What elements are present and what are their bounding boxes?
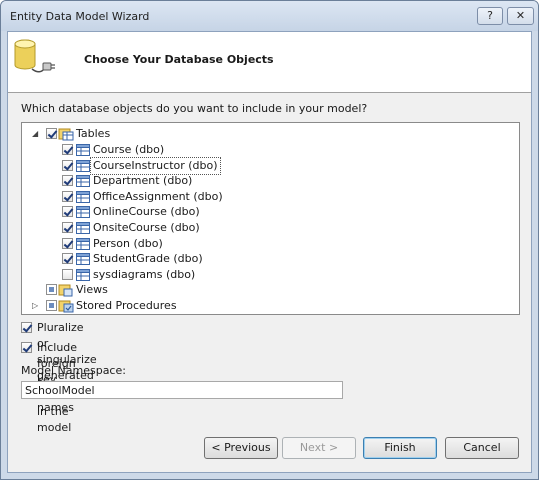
table-icon [76,144,90,156]
previous-button[interactable]: < Previous [204,437,278,459]
expand-arrow-icon[interactable]: ▷ [32,298,40,314]
table-checkbox[interactable] [62,144,73,155]
table-icon [76,190,90,203]
table-checkbox[interactable] [62,175,73,187]
table-label: OfficeAssignment (dbo) [93,189,223,203]
table-checkbox[interactable] [62,253,73,265]
stored-procedures-folder-icon [58,300,74,313]
tables-label: Tables [76,127,111,140]
table-icon [76,175,90,188]
views-label: Views [76,283,108,296]
tables-checkbox[interactable] [46,128,57,139]
wizard-header: Choose Your Database Objects [8,32,531,93]
namespace-label: Model Namespace: [21,364,126,377]
table-checkbox[interactable] [62,222,73,233]
table-checkbox[interactable] [62,159,73,171]
table-checkbox[interactable] [62,190,73,202]
table-label: StudentGrade (dbo) [93,252,203,266]
stored-procedures-checkbox[interactable] [46,300,57,311]
table-icon [76,268,90,281]
database-plug-icon [14,39,55,73]
table-label: Person (dbo) [93,236,163,250]
title-bar: Entity Data Model Wizard ? ✕ [1,1,538,31]
table-icon [76,222,90,234]
help-button[interactable]: ? [477,7,503,25]
tables-folder-icon [58,128,74,141]
table-label: OnlineCourse (dbo) [93,205,200,219]
namespace-input[interactable] [21,381,343,399]
table-icon [76,253,90,266]
table-checkbox[interactable] [62,206,73,218]
table-label: OnsiteCourse (dbo) [93,221,200,234]
table-icon [76,159,90,172]
finish-button[interactable]: Finish [363,437,437,459]
cancel-button[interactable]: Cancel [445,437,519,459]
prompt-text: Which database objects do you want to in… [21,102,368,115]
window-title: Entity Data Model Wizard [10,10,150,23]
table-label: sysdiagrams (dbo) [93,267,196,281]
collapse-arrow-icon[interactable]: ◢ [32,126,40,142]
table-label: CourseInstructor (dbo) [90,156,221,175]
views-folder-icon [58,284,73,297]
table-icon [76,237,90,250]
wizard-body: Choose Your Database Objects Which datab… [7,31,532,473]
table-checkbox[interactable] [62,237,73,249]
page-title: Choose Your Database Objects [84,53,274,66]
pluralize-checkbox[interactable] [21,322,32,333]
views-checkbox[interactable] [46,284,57,295]
wizard-window: Entity Data Model Wizard ? ✕ Choose Your… [0,0,539,480]
table-label: Course (dbo) [93,143,165,156]
table-checkbox[interactable] [62,268,73,280]
database-objects-tree[interactable]: ◢ Tables Course (dbo) CourseInstructor (d… [21,122,520,315]
table-label: Department (dbo) [93,174,193,188]
close-button[interactable]: ✕ [507,7,534,25]
foreign-keys-checkbox[interactable] [21,342,32,353]
stored-procedures-label: Stored Procedures [76,299,177,312]
next-button[interactable]: Next > [282,437,356,459]
table-icon [76,206,90,219]
